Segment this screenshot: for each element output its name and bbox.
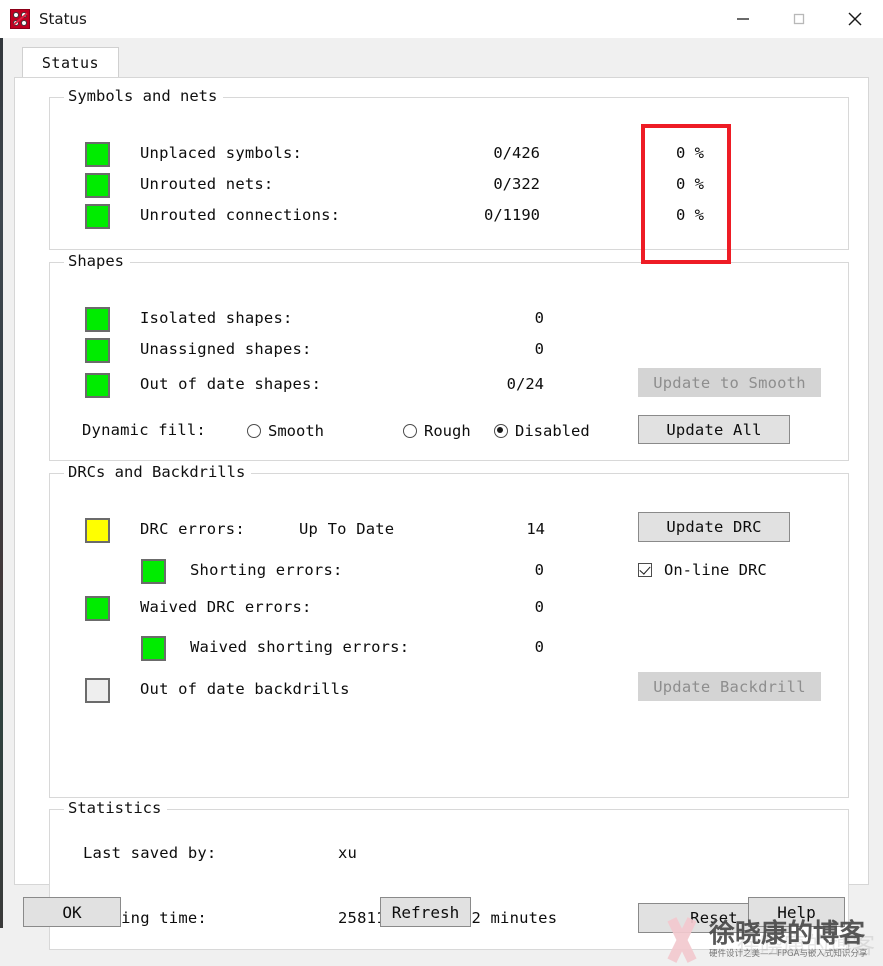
label-out-of-date-shapes: Out of date shapes:: [140, 375, 322, 393]
refresh-button[interactable]: Refresh: [380, 897, 471, 927]
watermark-x-icon: [659, 918, 705, 962]
count-unassigned-shapes: 0: [534, 340, 544, 358]
label-shorting-errors: Shorting errors:: [190, 561, 343, 579]
radio-dynamic-fill-rough[interactable]: Rough: [403, 422, 471, 440]
state-drc-errors: Up To Date: [299, 520, 395, 538]
update-to-smooth-button[interactable]: Update to Smooth: [638, 368, 821, 397]
status-square-shorting-errors: [141, 559, 166, 584]
radio-dynamic-fill-disabled[interactable]: Disabled: [494, 422, 590, 440]
radio-circle-disabled: [494, 424, 508, 438]
percent-unplaced-symbols: 0 %: [676, 144, 704, 162]
group-title-symbols-and-nets: Symbols and nets: [64, 87, 224, 105]
label-drc-errors: DRC errors:: [140, 520, 245, 538]
label-dynamic-fill: Dynamic fill:: [82, 421, 206, 439]
count-unrouted-nets: 0/322: [493, 175, 540, 193]
update-all-button[interactable]: Update All: [638, 415, 790, 444]
status-square-out-of-date-backdrills: [85, 678, 110, 703]
count-shorting-errors: 0: [534, 561, 544, 579]
value-last-saved-by: xu: [338, 844, 358, 862]
close-button[interactable]: [827, 0, 883, 38]
radio-label-disabled: Disabled: [515, 422, 590, 440]
group-title-statistics: Statistics: [64, 799, 168, 817]
status-square-unrouted-nets: [85, 173, 110, 198]
radio-dynamic-fill-smooth[interactable]: Smooth: [247, 422, 324, 440]
count-isolated-shapes: 0: [534, 309, 544, 327]
label-isolated-shapes: Isolated shapes:: [140, 309, 293, 327]
watermark-title: 徐晓康的博客: [709, 919, 866, 950]
update-backdrill-button[interactable]: Update Backdrill: [638, 672, 821, 701]
status-square-waived-drc-errors: [85, 596, 110, 621]
group-title-drcs-and-backdrills: DRCs and Backdrills: [64, 463, 252, 481]
minimize-icon: [737, 18, 749, 20]
status-square-drc-errors: [85, 518, 110, 543]
radio-label-smooth: Smooth: [268, 422, 324, 440]
radio-label-rough: Rough: [424, 422, 471, 440]
status-square-isolated-shapes: [85, 307, 110, 332]
update-drc-button[interactable]: Update DRC: [638, 512, 790, 542]
maximize-button[interactable]: [771, 0, 827, 38]
label-unrouted-nets: Unrouted nets:: [140, 175, 274, 193]
group-drcs-and-backdrills: DRCs and Backdrills DRC errors: Up To Da…: [49, 463, 849, 798]
percent-unrouted-nets: 0 %: [676, 175, 704, 193]
status-dialog-window: Status Status Symbols and nets Unplaced …: [0, 0, 883, 966]
status-square-unassigned-shapes: [85, 338, 110, 363]
watermark-subtitle: 硬件设计之美——FPGA与嵌入式知识分享: [709, 949, 868, 960]
group-shapes: Shapes Isolated shapes: 0 Unassigned sha…: [49, 252, 849, 461]
label-unrouted-connections: Unrouted connections:: [140, 206, 341, 224]
count-drc-errors: 14: [526, 520, 545, 538]
label-waived-drc-errors: Waived DRC errors:: [140, 598, 312, 616]
radio-circle-smooth: [247, 424, 261, 438]
label-unassigned-shapes: Unassigned shapes:: [140, 340, 312, 358]
window-title: Status: [39, 10, 87, 28]
group-title-shapes: Shapes: [64, 252, 130, 270]
status-square-out-of-date-shapes: [85, 373, 110, 398]
group-symbols-and-nets: Symbols and nets Unplaced symbols: 0/426…: [49, 87, 849, 250]
online-drc-checkbox[interactable]: On-line DRC: [638, 561, 767, 579]
label-out-of-date-backdrills: Out of date backdrills: [140, 680, 350, 698]
label-unplaced-symbols: Unplaced symbols:: [140, 144, 303, 162]
screenshot-edge-strip: [0, 38, 3, 928]
count-unplaced-symbols: 0/426: [493, 144, 540, 162]
label-last-saved-by: Last saved by:: [83, 844, 217, 862]
count-waived-shorting-errors: 0: [534, 638, 544, 656]
count-unrouted-connections: 0/1190: [484, 206, 540, 224]
status-square-unplaced-symbols: [85, 142, 110, 167]
checkbox-square-online-drc: [638, 563, 652, 577]
checkbox-label-online-drc: On-line DRC: [664, 561, 767, 579]
close-icon: [848, 12, 862, 26]
percent-unrouted-connections: 0 %: [676, 206, 704, 224]
window-controls: [715, 0, 883, 38]
tab-status[interactable]: Status: [22, 47, 119, 78]
maximize-icon: [793, 13, 805, 25]
title-bar: Status: [0, 0, 883, 38]
minimize-button[interactable]: [715, 0, 771, 38]
status-square-unrouted-connections: [85, 204, 110, 229]
count-waived-drc-errors: 0: [534, 598, 544, 616]
ok-button[interactable]: OK: [23, 897, 121, 927]
label-waived-shorting-errors: Waived shorting errors:: [190, 638, 410, 656]
tab-strip: Status: [14, 47, 869, 78]
watermark: 徐晓康的博客 硬件设计之美——FPGA与嵌入式知识分享: [659, 916, 877, 964]
count-out-of-date-shapes: 0/24: [506, 375, 544, 393]
radio-circle-rough: [403, 424, 417, 438]
status-panel: Symbols and nets Unplaced symbols: 0/426…: [14, 77, 869, 950]
app-icon: [10, 9, 30, 29]
status-square-waived-shorting-errors: [141, 636, 166, 661]
